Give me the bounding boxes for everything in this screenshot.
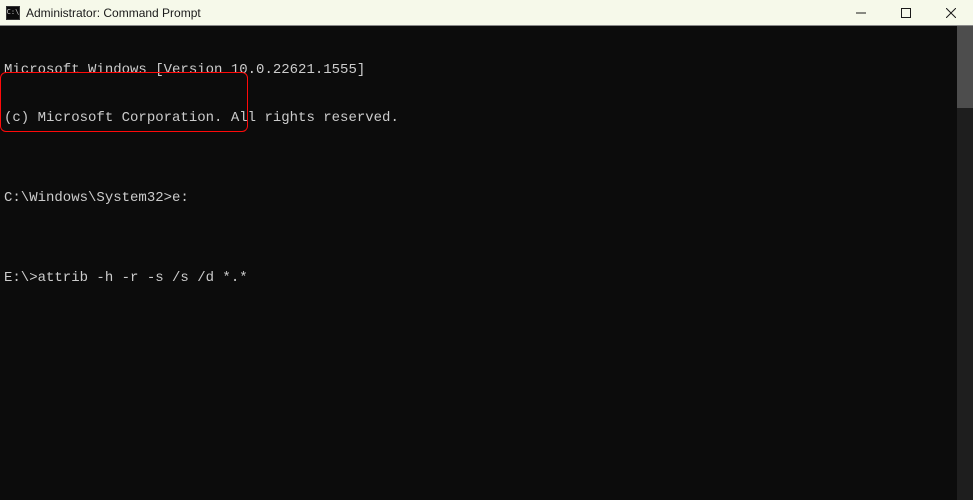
minimize-button[interactable]	[838, 0, 883, 25]
terminal-prompt-line: C:\Windows\System32>e:	[4, 190, 973, 206]
vertical-scrollbar[interactable]	[957, 26, 973, 500]
title-left: C:\ Administrator: Command Prompt	[6, 6, 201, 20]
window-title: Administrator: Command Prompt	[26, 6, 201, 20]
terminal-prompt-line: E:\>attrib -h -r -s /s /d *.*	[4, 270, 973, 286]
maximize-icon	[901, 8, 911, 18]
maximize-button[interactable]	[883, 0, 928, 25]
window-controls	[838, 0, 973, 25]
scrollbar-thumb[interactable]	[957, 26, 973, 108]
close-icon	[946, 8, 956, 18]
close-button[interactable]	[928, 0, 973, 25]
cmd-app-icon: C:\	[6, 6, 20, 20]
terminal-line: Microsoft Windows [Version 10.0.22621.15…	[4, 62, 973, 78]
terminal-line: (c) Microsoft Corporation. All rights re…	[4, 110, 973, 126]
title-bar: C:\ Administrator: Command Prompt	[0, 0, 973, 26]
terminal-output[interactable]: Microsoft Windows [Version 10.0.22621.15…	[0, 26, 973, 500]
minimize-icon	[856, 8, 866, 18]
